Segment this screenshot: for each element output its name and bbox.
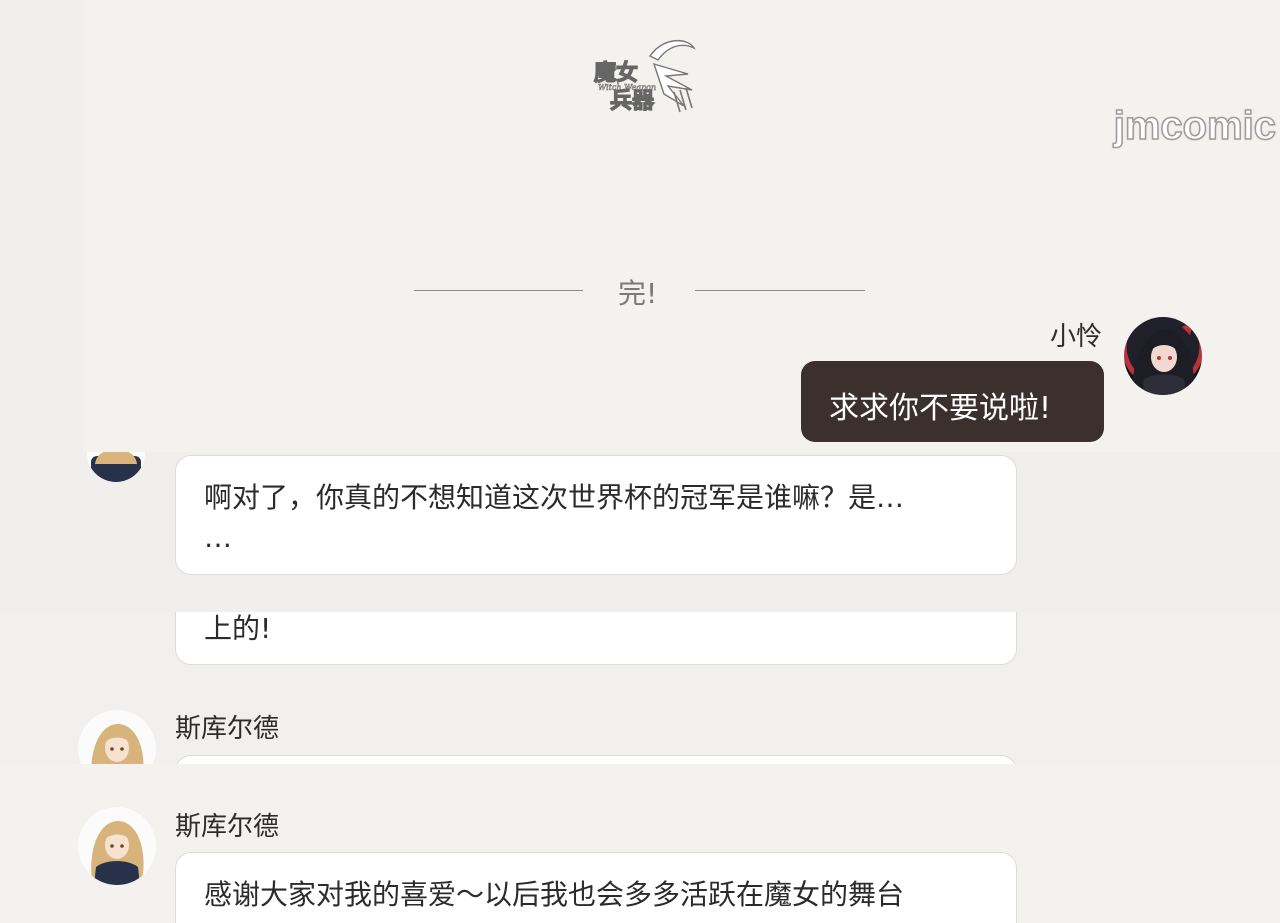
end-rule-left bbox=[414, 290, 583, 291]
message-line2: … bbox=[204, 521, 232, 554]
avatar-xiaoling bbox=[1124, 317, 1202, 395]
avatar-skuld-2 bbox=[78, 807, 156, 885]
chat-panel-middle: 啊对了，你真的不想知道这次世界杯的冠军是谁嘛？是… … bbox=[0, 452, 1280, 612]
avatar-cropped bbox=[87, 452, 145, 482]
dark-haired-girl-icon bbox=[1132, 321, 1194, 395]
message-line1: 啊对了，你真的不想知道这次世界杯的冠军是谁嘛？是… bbox=[204, 481, 905, 514]
message-bubble-xiaoling: 求求你不要说啦! bbox=[801, 361, 1104, 442]
message-bubble-thanks: 感谢大家对我的喜爱～以后我也会多多活跃在魔女的舞台 bbox=[175, 852, 1017, 923]
message-bubble-skuld-cropped bbox=[175, 755, 1017, 764]
logo-line2: 兵器 bbox=[610, 89, 655, 114]
chat-panel-lower: 上的! 斯库尔德 bbox=[0, 612, 1280, 764]
blond-girl-icon bbox=[91, 724, 144, 764]
avatar-skuld-1 bbox=[78, 710, 156, 764]
watermark: jmcomic bbox=[1113, 103, 1277, 149]
end-rule-right bbox=[695, 290, 865, 291]
speaker-name-skuld-1: 斯库尔德 bbox=[175, 714, 280, 744]
speaker-name-xiaoling: 小怜 bbox=[1050, 322, 1103, 352]
witch-weapon-logo: 魔女 兵器 Witch Weapon bbox=[593, 40, 696, 115]
blond-girl-icon bbox=[91, 821, 144, 885]
blond-girl-icon bbox=[91, 452, 141, 482]
message-bubble-continued: 上的! bbox=[175, 612, 1017, 665]
logo-subtitle: Witch Weapon bbox=[598, 83, 656, 92]
message-bubble-worldcup: 啊对了，你真的不想知道这次世界杯的冠军是谁嘛？是… … bbox=[175, 455, 1017, 575]
speaker-name-skuld-2: 斯库尔德 bbox=[175, 812, 280, 842]
end-marker: 完! bbox=[618, 277, 658, 310]
chat-panel-bottom: 斯库尔德 感谢大家对我的喜爱～以后我也会多多活跃在魔女的舞台 bbox=[0, 764, 1280, 923]
